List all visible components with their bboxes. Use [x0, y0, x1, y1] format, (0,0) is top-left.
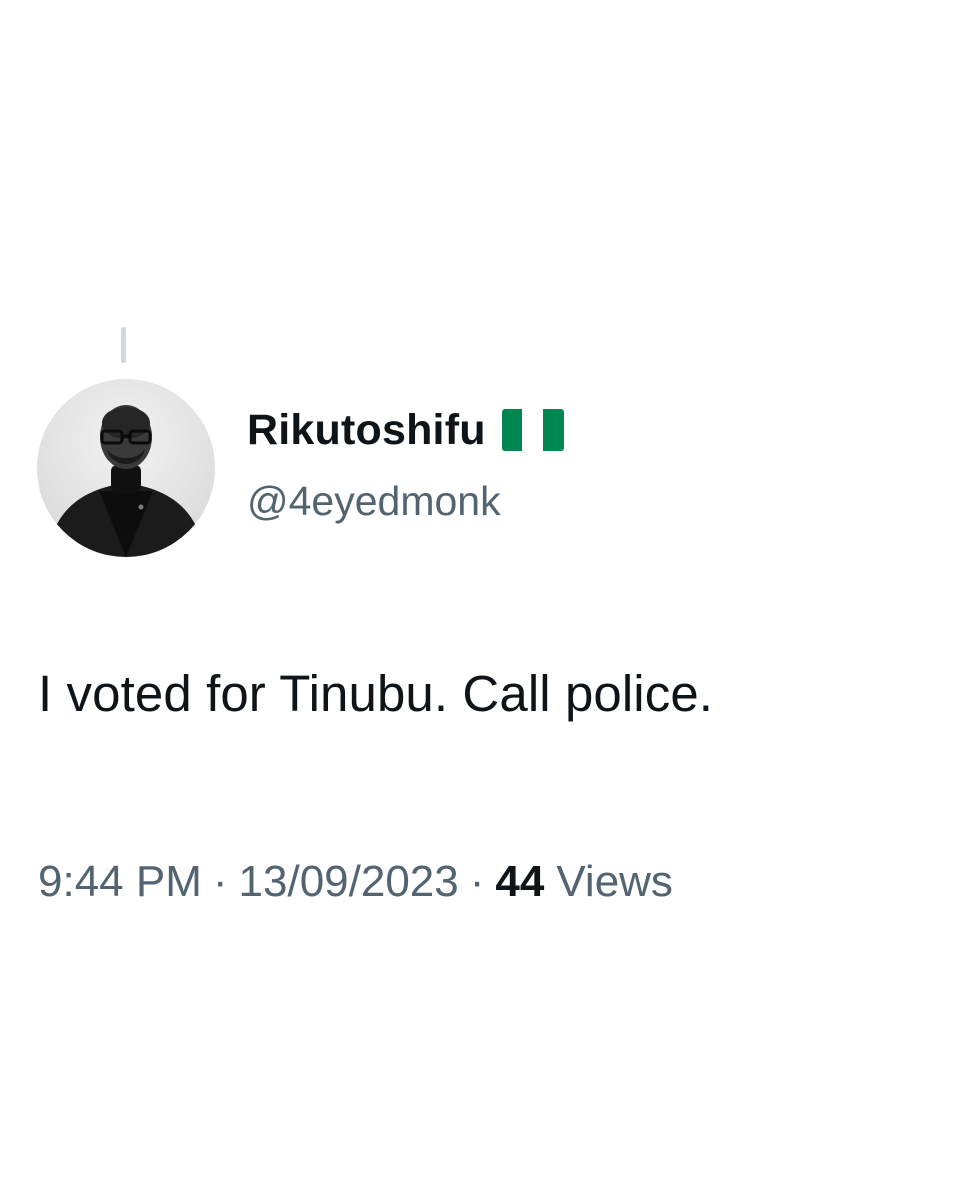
- avatar-photo: [37, 379, 215, 557]
- meta-separator: ·: [212, 857, 228, 906]
- avatar[interactable]: [37, 379, 215, 557]
- nigeria-flag-icon: [501, 409, 564, 451]
- author-name-row: Rikutoshifu: [247, 402, 564, 458]
- tweet-metadata: 9:44 PM · 13/09/2023 · 44 Views: [38, 857, 673, 907]
- tweet-time[interactable]: 9:44 PM: [38, 857, 202, 907]
- thread-connector-line: [121, 327, 126, 363]
- flag-stripe-left: [501, 409, 523, 451]
- flag-stripe-right: [543, 409, 564, 451]
- display-name[interactable]: Rikutoshifu: [247, 406, 486, 455]
- user-handle[interactable]: @4eyedmonk: [247, 478, 501, 525]
- views-count: 44: [495, 857, 545, 906]
- meta-separator: ·: [469, 857, 485, 906]
- tweet-text: I voted for Tinubu. Call police.: [38, 665, 714, 722]
- views-label: Views: [556, 857, 673, 906]
- flag-stripe-middle: [522, 409, 544, 451]
- tweet-date[interactable]: 13/09/2023: [239, 857, 459, 907]
